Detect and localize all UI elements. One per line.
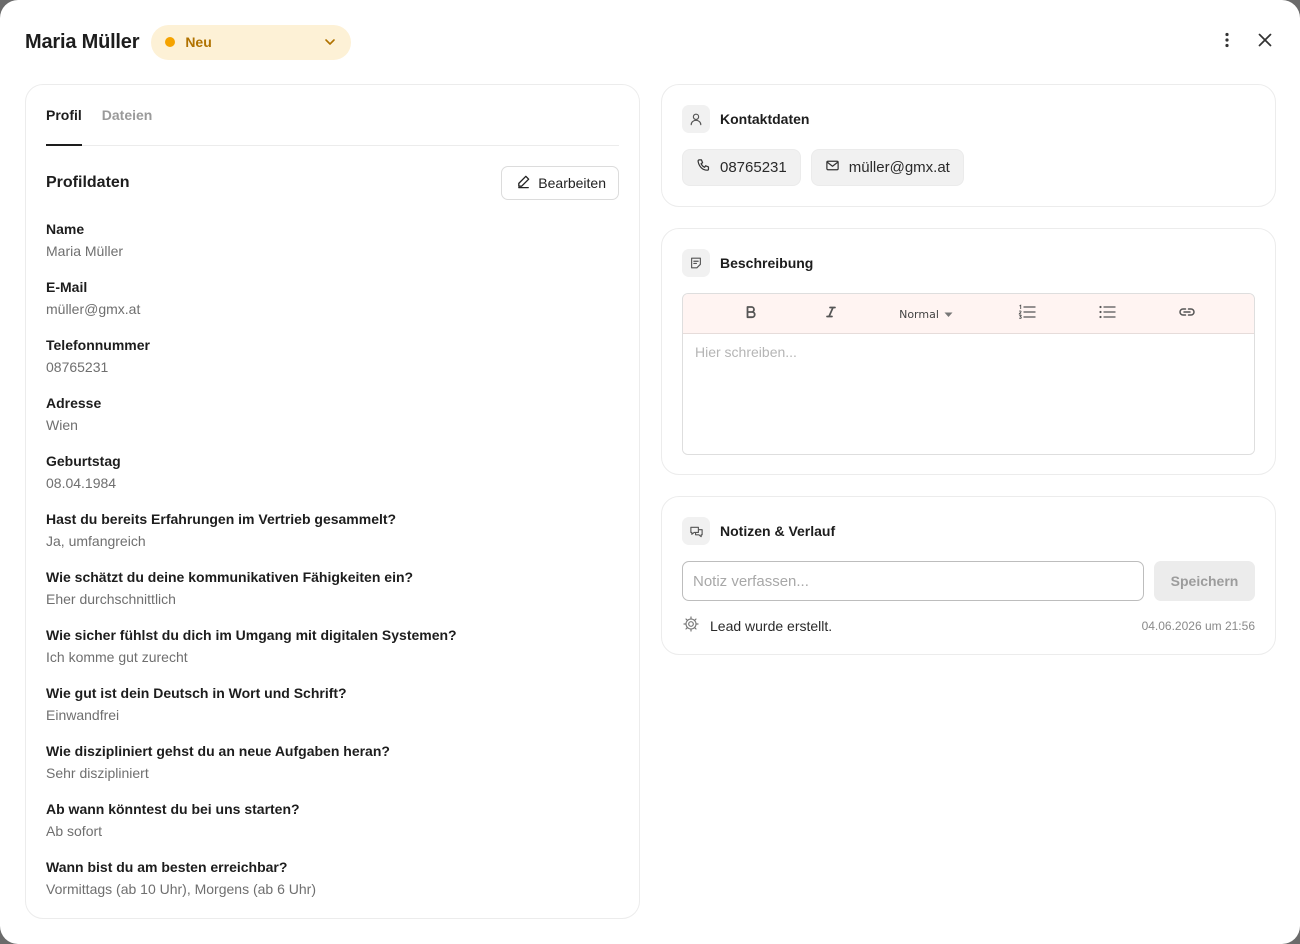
mail-icon [825, 158, 840, 177]
italic-button[interactable] [817, 294, 845, 334]
tab-profil[interactable]: Profil [46, 105, 82, 146]
field-label: Wie diszipliniert gehst du an neue Aufga… [46, 743, 390, 759]
field-label: Telefonnummer [46, 337, 150, 353]
contact-card: Kontaktdaten 08765231 müller@gmx.at [661, 84, 1276, 207]
field-birthday: Geburtstag 08.04.1984 [46, 453, 619, 511]
field-value: Ab sofort [46, 823, 103, 839]
field-value: 08.04.1984 [46, 475, 117, 491]
format-select-label: Normal [899, 307, 939, 321]
save-note-button[interactable]: Speichern [1154, 561, 1255, 601]
italic-icon [824, 305, 838, 324]
bold-button[interactable] [737, 294, 765, 334]
more-options-button[interactable] [1217, 32, 1237, 52]
close-button[interactable] [1255, 32, 1275, 52]
field-value: Eher durchschnittlich [46, 591, 176, 607]
notes-card: Notizen & Verlauf Speichern Lead wurde e… [661, 496, 1276, 655]
field-label: Wie gut ist dein Deutsch in Wort und Sch… [46, 685, 347, 701]
field-label: Wie sicher fühlst du dich im Umgang mit … [46, 627, 457, 643]
profile-fields: Name Maria Müller E-Mail müller@gmx.at Tel… [46, 221, 619, 917]
editor-toolbar: Normal [683, 294, 1254, 334]
field-label: Wie schätzt du deine kommunikativen Fähi… [46, 569, 414, 585]
field-value: Ja, umfangreich [46, 533, 146, 549]
field-label: Ab wann könntest du bei uns starten? [46, 801, 300, 817]
field-label: Geburtstag [46, 453, 121, 469]
field-value: Maria Müller [46, 243, 124, 259]
history-entry: Lead wurde erstellt. 04.06.2026 um 21:56 [682, 615, 1255, 637]
lead-detail-modal: Maria Müller Neu Profil Dateien Profilda… [0, 0, 1300, 944]
lead-name: Maria Müller [25, 30, 140, 53]
field-label: Adresse [46, 395, 102, 411]
system-gear-icon [682, 615, 700, 638]
field-value: Ich komme gut zurecht [46, 649, 188, 665]
chevron-down-icon [323, 35, 337, 49]
field-label: Name [46, 221, 85, 237]
edit-pencil-icon [516, 174, 531, 192]
ordered-list-icon [1018, 303, 1036, 325]
email-address: müller@gmx.at [848, 159, 950, 176]
phone-icon [696, 158, 711, 177]
field-label: Wann bist du am besten erreichbar? [46, 859, 288, 875]
more-vertical-icon [1217, 30, 1237, 55]
field-german: Wie gut ist dein Deutsch in Wort und Sch… [46, 685, 619, 743]
close-icon [1255, 30, 1275, 55]
editor-content[interactable]: Hier schreiben... [683, 334, 1254, 454]
tab-dateien[interactable]: Dateien [102, 105, 153, 146]
contact-title: Kontaktdaten [720, 111, 810, 127]
link-icon [1178, 305, 1196, 323]
profile-tabs: Profil Dateien [46, 105, 619, 146]
history-text: Lead wurde erstellt. [710, 618, 833, 634]
note-input[interactable] [682, 561, 1144, 601]
field-address: Adresse Wien [46, 395, 619, 453]
description-card: Beschreibung Normal Hier schreiben... [661, 228, 1276, 475]
field-email: E-Mail müller@gmx.at [46, 279, 619, 337]
status-select[interactable]: Neu [151, 24, 352, 60]
field-value: Wien [46, 417, 78, 433]
phone-chip[interactable]: 08765231 [682, 149, 801, 186]
bold-icon [744, 305, 758, 324]
history-timestamp: 04.06.2026 um 21:56 [1141, 619, 1255, 633]
field-phone: Telefonnummer 08765231 [46, 337, 619, 395]
modal-header: Maria Müller Neu [25, 24, 1275, 60]
status-label: Neu [185, 34, 212, 50]
field-name: Name Maria Müller [46, 221, 619, 279]
field-digital-systems: Wie sicher fühlst du dich im Umgang mit … [46, 627, 619, 685]
bullet-list-button[interactable] [1095, 294, 1119, 334]
phone-number: 08765231 [720, 159, 787, 176]
field-value: Sehr diszipliniert [46, 765, 149, 781]
field-value: Einwandfrei [46, 707, 120, 723]
field-value: 08765231 [46, 359, 109, 375]
field-value: müller@gmx.at [46, 301, 141, 317]
field-communication: Wie schätzt du deine kommunikativen Fähi… [46, 569, 619, 627]
field-start-date: Ab wann könntest du bei uns starten? Ab s… [46, 801, 619, 859]
field-availability: Wann bist du am besten erreichbar? Vormit… [46, 859, 619, 917]
field-discipline: Wie diszipliniert gehst du an neue Aufga… [46, 743, 619, 801]
section-title: Profildaten [46, 174, 130, 191]
profile-card: Profil Dateien Profildaten Bearbeiten Na… [25, 84, 640, 919]
edit-button[interactable]: Bearbeiten [501, 166, 619, 200]
field-label: E-Mail [46, 279, 88, 295]
link-button[interactable] [1175, 294, 1199, 334]
user-icon [682, 105, 710, 133]
bullet-list-icon [1098, 304, 1116, 325]
edit-button-label: Bearbeiten [538, 175, 606, 191]
notes-title: Notizen & Verlauf [720, 523, 836, 539]
description-title: Beschreibung [720, 255, 814, 271]
caret-down-icon [944, 308, 953, 321]
field-sales-experience: Hast du bereits Erfahrungen im Vertrieb … [46, 511, 619, 569]
status-dot [165, 37, 176, 47]
rich-text-editor: Normal Hier schreiben... [682, 293, 1255, 455]
field-value: Vormittags (ab 10 Uhr), Morgens (ab 6 Uh… [46, 881, 316, 897]
note-icon [682, 249, 710, 277]
email-chip[interactable]: müller@gmx.at [810, 149, 964, 186]
ordered-list-button[interactable] [1015, 294, 1039, 334]
format-select[interactable]: Normal [895, 294, 957, 334]
field-label: Hast du bereits Erfahrungen im Vertrieb … [46, 511, 397, 527]
chat-bubbles-icon [682, 517, 710, 545]
